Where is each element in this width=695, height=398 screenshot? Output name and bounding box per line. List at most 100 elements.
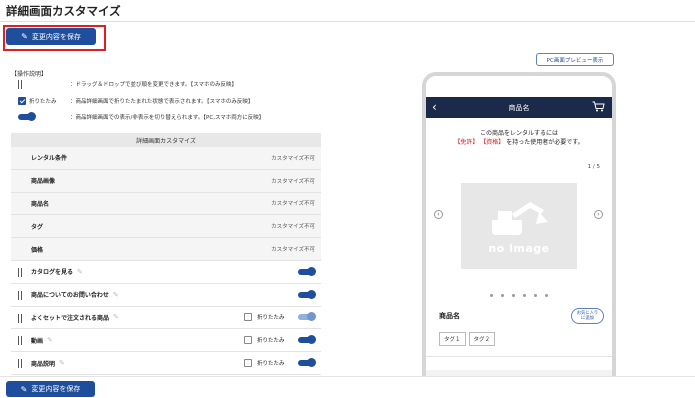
customize-table: 詳細画面カスタマイズ レンタル条件 カスタマイズ不可 商品画像 カスタマイズ不可… xyxy=(11,133,321,375)
table-row-description[interactable]: 商品説明 ✎ 折りたたみ xyxy=(11,352,321,375)
fold-label: 折りたたみ xyxy=(257,361,285,368)
save-button-label: 変更内容を保存 xyxy=(31,385,81,393)
cart-icon[interactable] xyxy=(592,101,605,112)
legend-text: ：商品詳細画面での表示/非表示を切り替えられます。【PC,スマホ両方に反映】 xyxy=(70,115,265,121)
bottom-bar xyxy=(0,376,695,398)
visibility-toggle[interactable] xyxy=(298,312,316,322)
visibility-toggle[interactable] xyxy=(298,335,316,345)
notice-line1: この商品をレンタルするには xyxy=(479,130,558,137)
add-favorite-button[interactable]: お気に入り に追加 xyxy=(571,308,604,324)
excavator-icon xyxy=(492,201,548,235)
drag-handle-icon xyxy=(18,79,22,89)
drag-handle-icon[interactable] xyxy=(18,313,22,323)
dot-indicator[interactable] xyxy=(523,294,526,297)
visibility-toggle[interactable] xyxy=(298,266,316,276)
row-status: カスタマイズ不可 xyxy=(271,178,315,185)
row-name: 商品説明 xyxy=(31,360,56,368)
edit-icon[interactable]: ✎ xyxy=(47,336,53,344)
row-name: レンタル条件 xyxy=(31,155,68,163)
table-row: タグ カスタマイズ不可 xyxy=(11,215,321,239)
save-button-bottom[interactable]: ✎ 変更内容を保存 xyxy=(6,381,95,397)
table-row: 商品名 カスタマイズ不可 xyxy=(11,192,321,216)
save-button[interactable]: ✎ 変更内容を保存 xyxy=(6,28,96,45)
row-name: よくセットで注文される商品 xyxy=(31,314,110,322)
edit-icon[interactable]: ✎ xyxy=(77,268,83,276)
divider xyxy=(426,356,612,357)
product-name: 商品名 xyxy=(439,312,460,320)
pencil-icon: ✎ xyxy=(21,32,28,41)
legend-heading: 【操作説明】 xyxy=(11,71,48,78)
pencil-icon: ✎ xyxy=(20,384,28,394)
no-image-text: no image xyxy=(488,241,550,255)
pc-preview-button[interactable]: PC画面プレビュー表示 xyxy=(536,53,614,66)
visibility-toggle[interactable] xyxy=(298,358,316,368)
table-row-set-items[interactable]: よくセットで注文される商品 ✎ 折りたたみ xyxy=(11,307,321,330)
image-dots xyxy=(490,294,548,297)
table-row: 商品画像 カスタマイズ不可 xyxy=(11,169,321,193)
legend-text: ：ドラッグ＆ドロップで並び順を変更できます。【スマホのみ反映】 xyxy=(70,82,238,88)
fold-label: 折りたたみ xyxy=(257,338,285,345)
visibility-toggle[interactable] xyxy=(298,289,316,299)
edit-icon[interactable]: ✎ xyxy=(113,313,119,321)
table-header: 詳細画面カスタマイズ xyxy=(11,133,321,147)
toggle-icon xyxy=(18,112,36,121)
row-name: 価格 xyxy=(31,246,44,254)
back-arrow-icon[interactable]: ‹ xyxy=(432,100,437,114)
dot-indicator[interactable] xyxy=(512,294,515,297)
row-name: 商品についてのお問い合わせ xyxy=(31,292,109,300)
drag-handle-icon[interactable] xyxy=(18,336,22,346)
dot-indicator[interactable] xyxy=(490,294,493,297)
fold-checkbox[interactable] xyxy=(244,359,252,368)
next-image-icon[interactable]: › xyxy=(594,210,603,219)
fold-label: 折りたたみ xyxy=(257,315,285,322)
table-row: 価格 カスタマイズ不可 xyxy=(11,238,321,261)
notice-required-license: 【免許】 xyxy=(454,139,479,146)
prev-image-icon[interactable]: ‹ xyxy=(434,210,443,219)
fold-checkbox[interactable] xyxy=(244,313,252,322)
checkbox-icon xyxy=(18,97,26,105)
image-pager: 1 / 5 xyxy=(587,164,600,170)
legend-fold-label: 折りたたみ xyxy=(29,99,57,105)
license-notice: この商品をレンタルするには 【免許】 【資格】 を持った使用者が必要です。 xyxy=(426,129,612,147)
phone-header-title: 商品名 xyxy=(508,103,530,112)
row-status: カスタマイズ不可 xyxy=(271,247,315,254)
row-status: カスタマイズ不可 xyxy=(271,155,315,162)
phone-header: ‹ 商品名 xyxy=(426,97,612,118)
dot-indicator[interactable] xyxy=(545,294,548,297)
notice-required-qualification: 【資格】 xyxy=(480,139,505,146)
edit-icon[interactable]: ✎ xyxy=(113,291,119,299)
tag-chip: タグ２ xyxy=(468,332,496,346)
row-name: 商品画像 xyxy=(31,178,56,186)
tag-list: タグ１ タグ２ xyxy=(439,332,496,346)
row-name: 動画 xyxy=(31,337,44,345)
table-row-catalog[interactable]: カタログを見る ✎ xyxy=(11,261,321,284)
legend-row-drag: ：ドラッグ＆ドロップで並び順を変更できます。【スマホのみ反映】 xyxy=(18,79,237,89)
row-status: カスタマイズ不可 xyxy=(271,224,315,231)
row-name: 商品名 xyxy=(31,200,50,208)
dot-indicator[interactable] xyxy=(501,294,504,297)
drag-handle-icon[interactable] xyxy=(18,267,22,277)
legend-text: ：商品詳細画面で折りたたまれた状態で表示されます。【スマホのみ反映】 xyxy=(70,99,254,105)
tag-chip: タグ１ xyxy=(439,332,466,346)
row-name: タグ xyxy=(31,223,44,231)
title-bar: 詳細画面カスタマイズ xyxy=(0,0,695,22)
table-row: レンタル条件 カスタマイズ不可 xyxy=(11,147,321,170)
dot-indicator[interactable] xyxy=(534,294,537,297)
phone-preview: ‹ 商品名 この商品をレンタルするには 【免許】 【資格】 を持った使用者が必要… xyxy=(422,72,616,392)
page-title: 詳細画面カスタマイズ xyxy=(6,4,121,18)
table-row-video[interactable]: 動画 ✎ 折りたたみ xyxy=(11,329,321,353)
drag-handle-icon[interactable] xyxy=(18,359,22,369)
page: 詳細画面カスタマイズ ✎ 変更内容を保存 【操作説明】 ：ドラッグ＆ドロップで並… xyxy=(0,0,695,398)
save-button-label: 変更内容を保存 xyxy=(31,32,81,41)
table-row-inquiry[interactable]: 商品についてのお問い合わせ ✎ xyxy=(11,284,321,307)
drag-handle-icon[interactable] xyxy=(18,290,22,300)
notice-line2: を持った使用者が必要です。 xyxy=(506,139,584,146)
product-image-placeholder: no image xyxy=(461,183,577,269)
row-status: カスタマイズ不可 xyxy=(271,201,315,208)
favorite-label-line2: に追加 xyxy=(581,316,594,321)
row-name: カタログを見る xyxy=(31,269,74,277)
legend-row-toggle: ：商品詳細画面での表示/非表示を切り替えられます。【PC,スマホ両方に反映】 xyxy=(18,112,264,122)
edit-icon[interactable]: ✎ xyxy=(59,359,65,367)
legend-row-fold: 折りたたみ ：商品詳細画面で折りたたまれた状態で表示されます。【スマホのみ反映】 xyxy=(18,96,253,106)
fold-checkbox[interactable] xyxy=(244,336,252,345)
